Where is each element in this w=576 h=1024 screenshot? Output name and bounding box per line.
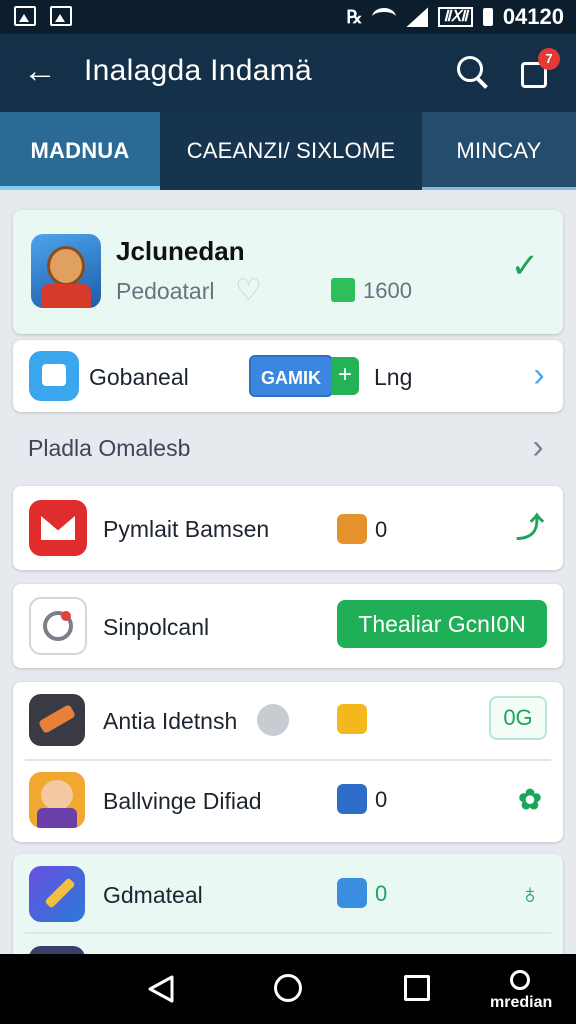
award-icon[interactable]: ♁	[513, 877, 547, 911]
headphones-icon	[337, 704, 367, 734]
system-nav-bar: mredian	[0, 954, 576, 1024]
profile-count: 1600	[363, 278, 412, 303]
profile-card[interactable]: Jclunedan Pedoatarl ♡ 1600 ✓	[13, 210, 563, 334]
list-item-card-2[interactable]: Sinpolcanl Thealiar GcnI0N	[13, 584, 563, 668]
nfc-icon: ℞	[346, 6, 363, 27]
action-button[interactable]: Thealiar GcnI0N	[337, 600, 547, 648]
list-item-row-3[interactable]: Antia Idetnsh 0G	[13, 682, 563, 760]
list-item-label: Gdmateal	[103, 882, 203, 908]
list-group-card: Antia Idetnsh 0G Ballvinge Difiad 0 ✿	[13, 682, 563, 842]
compose-button[interactable]: 7	[516, 48, 560, 94]
list-item-label: Ballvinge Difiad	[103, 788, 262, 814]
tab-madnua[interactable]: MADNUA	[0, 112, 160, 190]
profile-name: Jclunedan	[116, 236, 245, 266]
nav-recents-icon[interactable]	[404, 975, 430, 1001]
list-item-label: Antia Idetnsh	[103, 708, 238, 734]
close-circle-icon[interactable]	[257, 704, 289, 736]
list-item-label: Sinpolcanl	[103, 614, 210, 640]
nav-back-icon[interactable]	[146, 974, 176, 1004]
play-badge-icon	[337, 514, 367, 544]
image-notification-icon	[50, 6, 72, 26]
tab-caeanzi-sixlome[interactable]: CAEANZI/ SIXLOME	[160, 112, 422, 190]
nav-home-icon[interactable]	[274, 974, 302, 1002]
list-item-count: 0	[375, 517, 388, 542]
battery-icon	[482, 8, 493, 26]
tab-bar: MADNUA CAEANZI/ SIXLOME MINCAY	[0, 112, 576, 190]
list-item-label: Pymlait Bamsen	[103, 516, 270, 542]
profile-subtitle: Pedoatarl	[116, 278, 215, 304]
game-row-suffix: Lng	[374, 364, 413, 390]
signal-icon	[406, 7, 429, 27]
game-row-card[interactable]: Gobaneal GAMIK + Lng ›	[13, 340, 563, 412]
character-app-icon	[29, 772, 85, 828]
message-app-icon	[29, 351, 79, 401]
target-app-icon	[29, 597, 87, 655]
section-chevron-icon[interactable]: ›	[526, 430, 550, 466]
list-item-count: 0	[375, 881, 388, 906]
divider	[25, 759, 551, 761]
list-item-row-5[interactable]: Gdmateal 0 ♁	[13, 854, 563, 932]
list-item-count: 0	[375, 787, 388, 812]
sword-app-icon	[29, 866, 85, 922]
divider	[25, 932, 551, 934]
status-bar: ℞ ⅡⅫ 04120	[0, 0, 576, 34]
list-group-card-2: Gdmateal 0 ♁	[13, 854, 563, 964]
wifi-icon	[372, 8, 397, 26]
chevron-right-icon[interactable]: ›	[527, 358, 551, 394]
section-title: Pladla Omalesb	[28, 435, 191, 461]
game-button[interactable]: GAMIK	[249, 355, 333, 397]
gallery-notification-icon	[14, 6, 36, 26]
share-icon[interactable]: ⤴	[513, 511, 547, 545]
list-item-card-1[interactable]: Pymlait Bamsen 0 ⤴	[13, 486, 563, 570]
search-icon[interactable]	[452, 52, 492, 92]
star-badge-icon	[337, 784, 367, 814]
coin-icon	[331, 278, 355, 302]
nav-extra-label: mredian	[490, 994, 553, 1011]
clock: 04120	[502, 4, 564, 29]
rocket-app-icon	[29, 694, 85, 746]
list-item-row-4[interactable]: Ballvinge Difiad 0 ✿	[13, 762, 563, 840]
avatar	[31, 234, 101, 308]
gear-icon[interactable]: ✿	[513, 783, 547, 817]
nav-extra-icon[interactable]	[510, 970, 530, 990]
check-icon[interactable]: ✓	[505, 246, 545, 286]
heart-icon[interactable]: ♡	[235, 276, 265, 306]
notification-badge: 7	[538, 48, 560, 70]
add-button[interactable]: +	[331, 357, 359, 395]
action-button[interactable]: 0G	[489, 696, 547, 740]
tab-mincay[interactable]: MINCAY	[422, 112, 576, 190]
app-bar: ← Inalagda Indamä 7	[0, 34, 576, 112]
back-arrow-icon[interactable]: ←	[20, 52, 60, 92]
envelope-app-icon	[29, 500, 87, 556]
network-indicator: ⅡⅫ	[438, 7, 473, 27]
game-row-label: Gobaneal	[89, 364, 189, 390]
play-badge-icon	[337, 878, 367, 908]
app-title: Inalagda Indamä	[84, 54, 313, 87]
